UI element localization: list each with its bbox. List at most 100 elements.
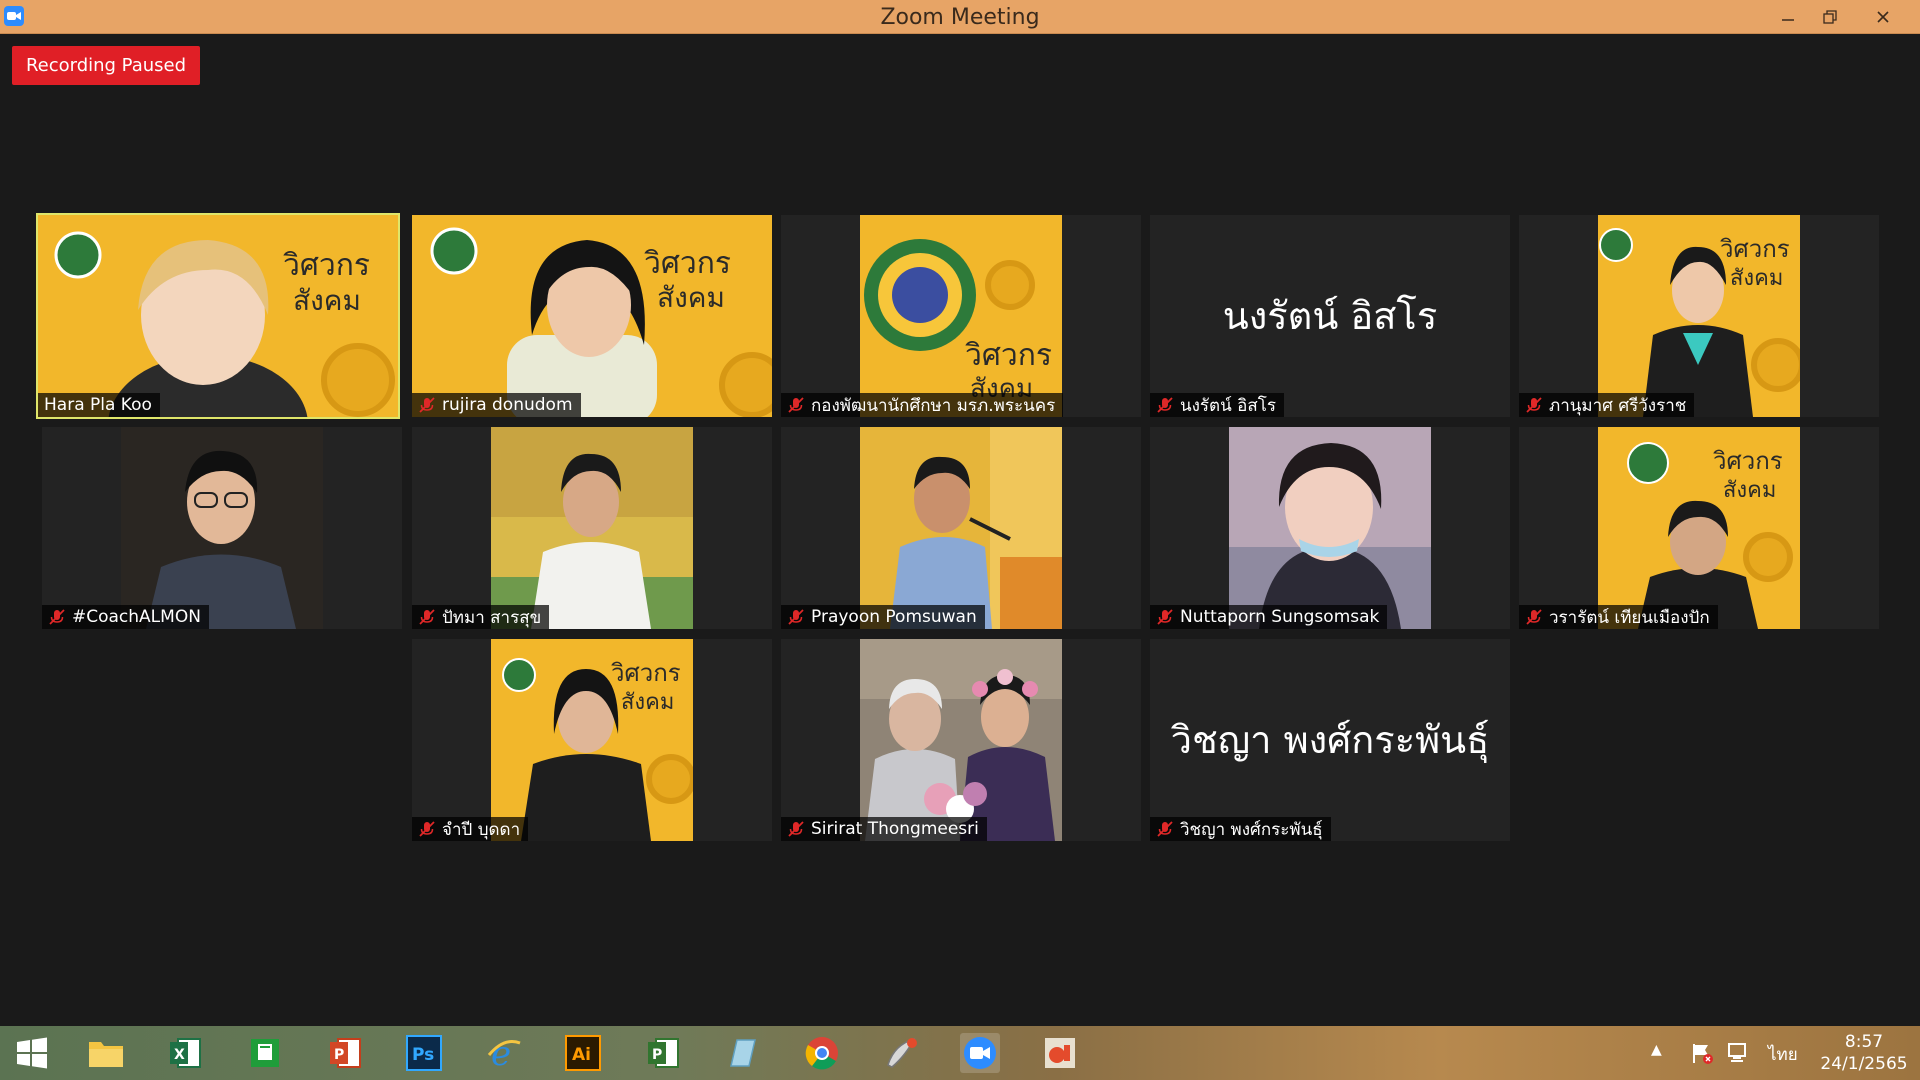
video-tile-patma[interactable]: ปัทมา สารสุข — [412, 427, 772, 629]
muted-mic-icon — [788, 609, 804, 625]
participant-name-tag: จำปี บุดดา — [412, 817, 529, 841]
participant-name: วิชญา พงศ์กระพันธุ์ — [1180, 819, 1323, 840]
video-tile-panumas[interactable]: วิศวกร สังคม ภานุมาศ ศรีวังราช — [1519, 215, 1879, 417]
video-tile-wichaya[interactable]: วิชญา พงศ์กระพันธุ์ วิชญา พงศ์กระพันธุ์ — [1150, 639, 1510, 841]
participant-name: ปัทมา สารสุข — [442, 607, 542, 628]
participant-name: Nuttaporn Sungsomsak — [1180, 607, 1380, 627]
participant-video: วิศวกร สังคม — [412, 215, 772, 417]
taskbar-clock[interactable]: 8:57 24/1/2565 — [1812, 1031, 1916, 1075]
svg-text:Ps: Ps — [412, 1045, 434, 1065]
participant-name-tag: นงรัตน์ อิสโร — [1150, 393, 1284, 417]
store-icon[interactable] — [245, 1033, 285, 1073]
svg-text:P: P — [652, 1047, 662, 1063]
participant-video — [491, 427, 693, 629]
muted-mic-icon — [1157, 397, 1173, 413]
muted-mic-icon — [419, 609, 435, 625]
participant-video — [121, 427, 323, 629]
svg-text:สังคม: สังคม — [621, 690, 674, 715]
windows-start-icon[interactable] — [12, 1033, 52, 1073]
input-language-indicator[interactable]: ไทย — [1768, 1041, 1798, 1068]
participant-display-name: นงรัตน์ อิสโร — [1222, 294, 1438, 338]
muted-mic-icon — [1157, 609, 1173, 625]
participant-name: นงรัตน์ อิสโร — [1180, 395, 1276, 416]
participant-name: จำปี บุดดา — [442, 819, 521, 840]
participant-video — [860, 427, 1062, 629]
participant-name: Prayoon Pomsuwan — [811, 607, 977, 627]
svg-text:สังคม: สังคม — [1723, 478, 1776, 503]
svg-text:สังคม: สังคม — [1730, 266, 1783, 291]
internet-explorer-icon[interactable]: e — [484, 1033, 524, 1073]
video-tile-student-affairs[interactable]: วิศวกร สังคม กองพัฒนานักศึกษา มรภ.พระนคร — [781, 215, 1141, 417]
participant-name: วรารัตน์ เทียนเมืองปัก — [1549, 607, 1710, 628]
video-tile-nuttaporn[interactable]: Nuttaporn Sungsomsak — [1150, 427, 1510, 629]
svg-text:สังคม: สังคม — [293, 284, 361, 317]
participant-video: วิศวกร สังคม — [491, 639, 693, 841]
muted-mic-icon — [1157, 821, 1173, 837]
participant-name-tag: ภานุมาศ ศรีวังราช — [1519, 393, 1695, 417]
clock-time: 8:57 — [1844, 1032, 1884, 1052]
close-button[interactable] — [1860, 0, 1906, 33]
participant-name: #CoachALMON — [72, 607, 201, 627]
participant-video — [860, 639, 1062, 841]
video-tile-nongrat[interactable]: นงรัตน์ อิสโร นงรัตน์ อิสโร — [1150, 215, 1510, 417]
restore-button[interactable] — [1807, 0, 1853, 33]
participant-video: วิศวกร สังคม — [860, 215, 1062, 417]
muted-mic-icon — [788, 397, 804, 413]
paint-icon[interactable] — [882, 1033, 922, 1073]
clock-date: 24/1/2565 — [1820, 1054, 1908, 1074]
svg-text:วิศวกร: วิศวกร — [965, 338, 1052, 373]
participant-name-tag: Nuttaporn Sungsomsak — [1150, 605, 1388, 629]
svg-text:Ai: Ai — [572, 1045, 591, 1065]
participant-video: วิศวกร สังคม — [38, 215, 398, 417]
windows-taskbar: X P Ps e Ai P ▲ ไทย 8:57 24/1/2565 — [0, 1026, 1920, 1080]
muted-mic-icon — [1526, 609, 1542, 625]
participant-name-tag: #CoachALMON — [42, 605, 209, 629]
show-hidden-icons-icon[interactable]: ▲ — [1651, 1042, 1662, 1058]
svg-text:P: P — [334, 1047, 344, 1063]
participant-name: Hara Pla Koo — [44, 395, 152, 415]
video-tile-coachalmon[interactable]: #CoachALMON — [42, 427, 402, 629]
photoshop-icon[interactable]: Ps — [404, 1033, 444, 1073]
file-explorer-icon[interactable] — [86, 1033, 126, 1073]
network-icon[interactable] — [1727, 1041, 1751, 1065]
participant-name: ภานุมาศ ศรีวังราช — [1549, 395, 1687, 416]
video-tile-rujira-donudom[interactable]: วิศวกร สังคม rujira donudom — [412, 215, 772, 417]
minimize-button[interactable] — [1765, 0, 1811, 33]
participant-name-tag: กองพัฒนานักศึกษา มรภ.พระนคร — [781, 393, 1064, 417]
participant-video — [1229, 427, 1431, 629]
video-tile-sirirat[interactable]: Sirirat Thongmeesri — [781, 639, 1141, 841]
recording-status-label: Recording Paused — [25, 55, 187, 76]
action-center-flag-icon[interactable] — [1690, 1041, 1714, 1065]
office-icon[interactable] — [1040, 1033, 1080, 1073]
project-icon[interactable]: P — [643, 1033, 683, 1073]
excel-icon[interactable]: X — [165, 1033, 205, 1073]
video-tile-vararat[interactable]: วิศวกร สังคม วรารัตน์ เทียนเมืองปัก — [1519, 427, 1879, 629]
chrome-icon[interactable] — [802, 1033, 842, 1073]
svg-text:วิศวกร: วิศวกร — [610, 659, 680, 687]
powerpoint-icon[interactable]: P — [325, 1033, 365, 1073]
svg-text:วิศวกร: วิศวกร — [644, 246, 731, 281]
notes-icon[interactable] — [722, 1033, 762, 1073]
muted-mic-icon — [1526, 397, 1542, 413]
participant-video: วิศวกร สังคม — [1598, 215, 1800, 417]
participant-name: Sirirat Thongmeesri — [811, 819, 979, 839]
participant-video: วิศวกร สังคม — [1598, 427, 1800, 629]
participant-name-tag: วิชญา พงศ์กระพันธุ์ — [1150, 817, 1331, 841]
participant-name-tag: Sirirat Thongmeesri — [781, 817, 987, 841]
muted-mic-icon — [419, 397, 435, 413]
muted-mic-icon — [788, 821, 804, 837]
zoom-camera-icon — [4, 6, 24, 26]
recording-status-badge[interactable]: Recording Paused — [12, 46, 200, 85]
muted-mic-icon — [419, 821, 435, 837]
video-tile-hara-pla-koo[interactable]: วิศวกร สังคม Hara Pla Koo — [36, 213, 400, 419]
zoom-icon[interactable] — [960, 1033, 1000, 1073]
video-tile-jampee[interactable]: วิศวกร สังคม จำปี บุดดา — [412, 639, 772, 841]
video-tile-prayoon[interactable]: Prayoon Pomsuwan — [781, 427, 1141, 629]
svg-text:X: X — [174, 1047, 185, 1063]
illustrator-icon[interactable]: Ai — [563, 1033, 603, 1073]
svg-text:วิศวกร: วิศวกร — [283, 248, 370, 283]
participant-name-tag: ปัทมา สารสุข — [412, 605, 550, 629]
svg-text:วิศวกร: วิศวกร — [1719, 235, 1789, 263]
participant-name-tag: Prayoon Pomsuwan — [781, 605, 985, 629]
participant-name-tag: วรารัตน์ เทียนเมืองปัก — [1519, 605, 1718, 629]
